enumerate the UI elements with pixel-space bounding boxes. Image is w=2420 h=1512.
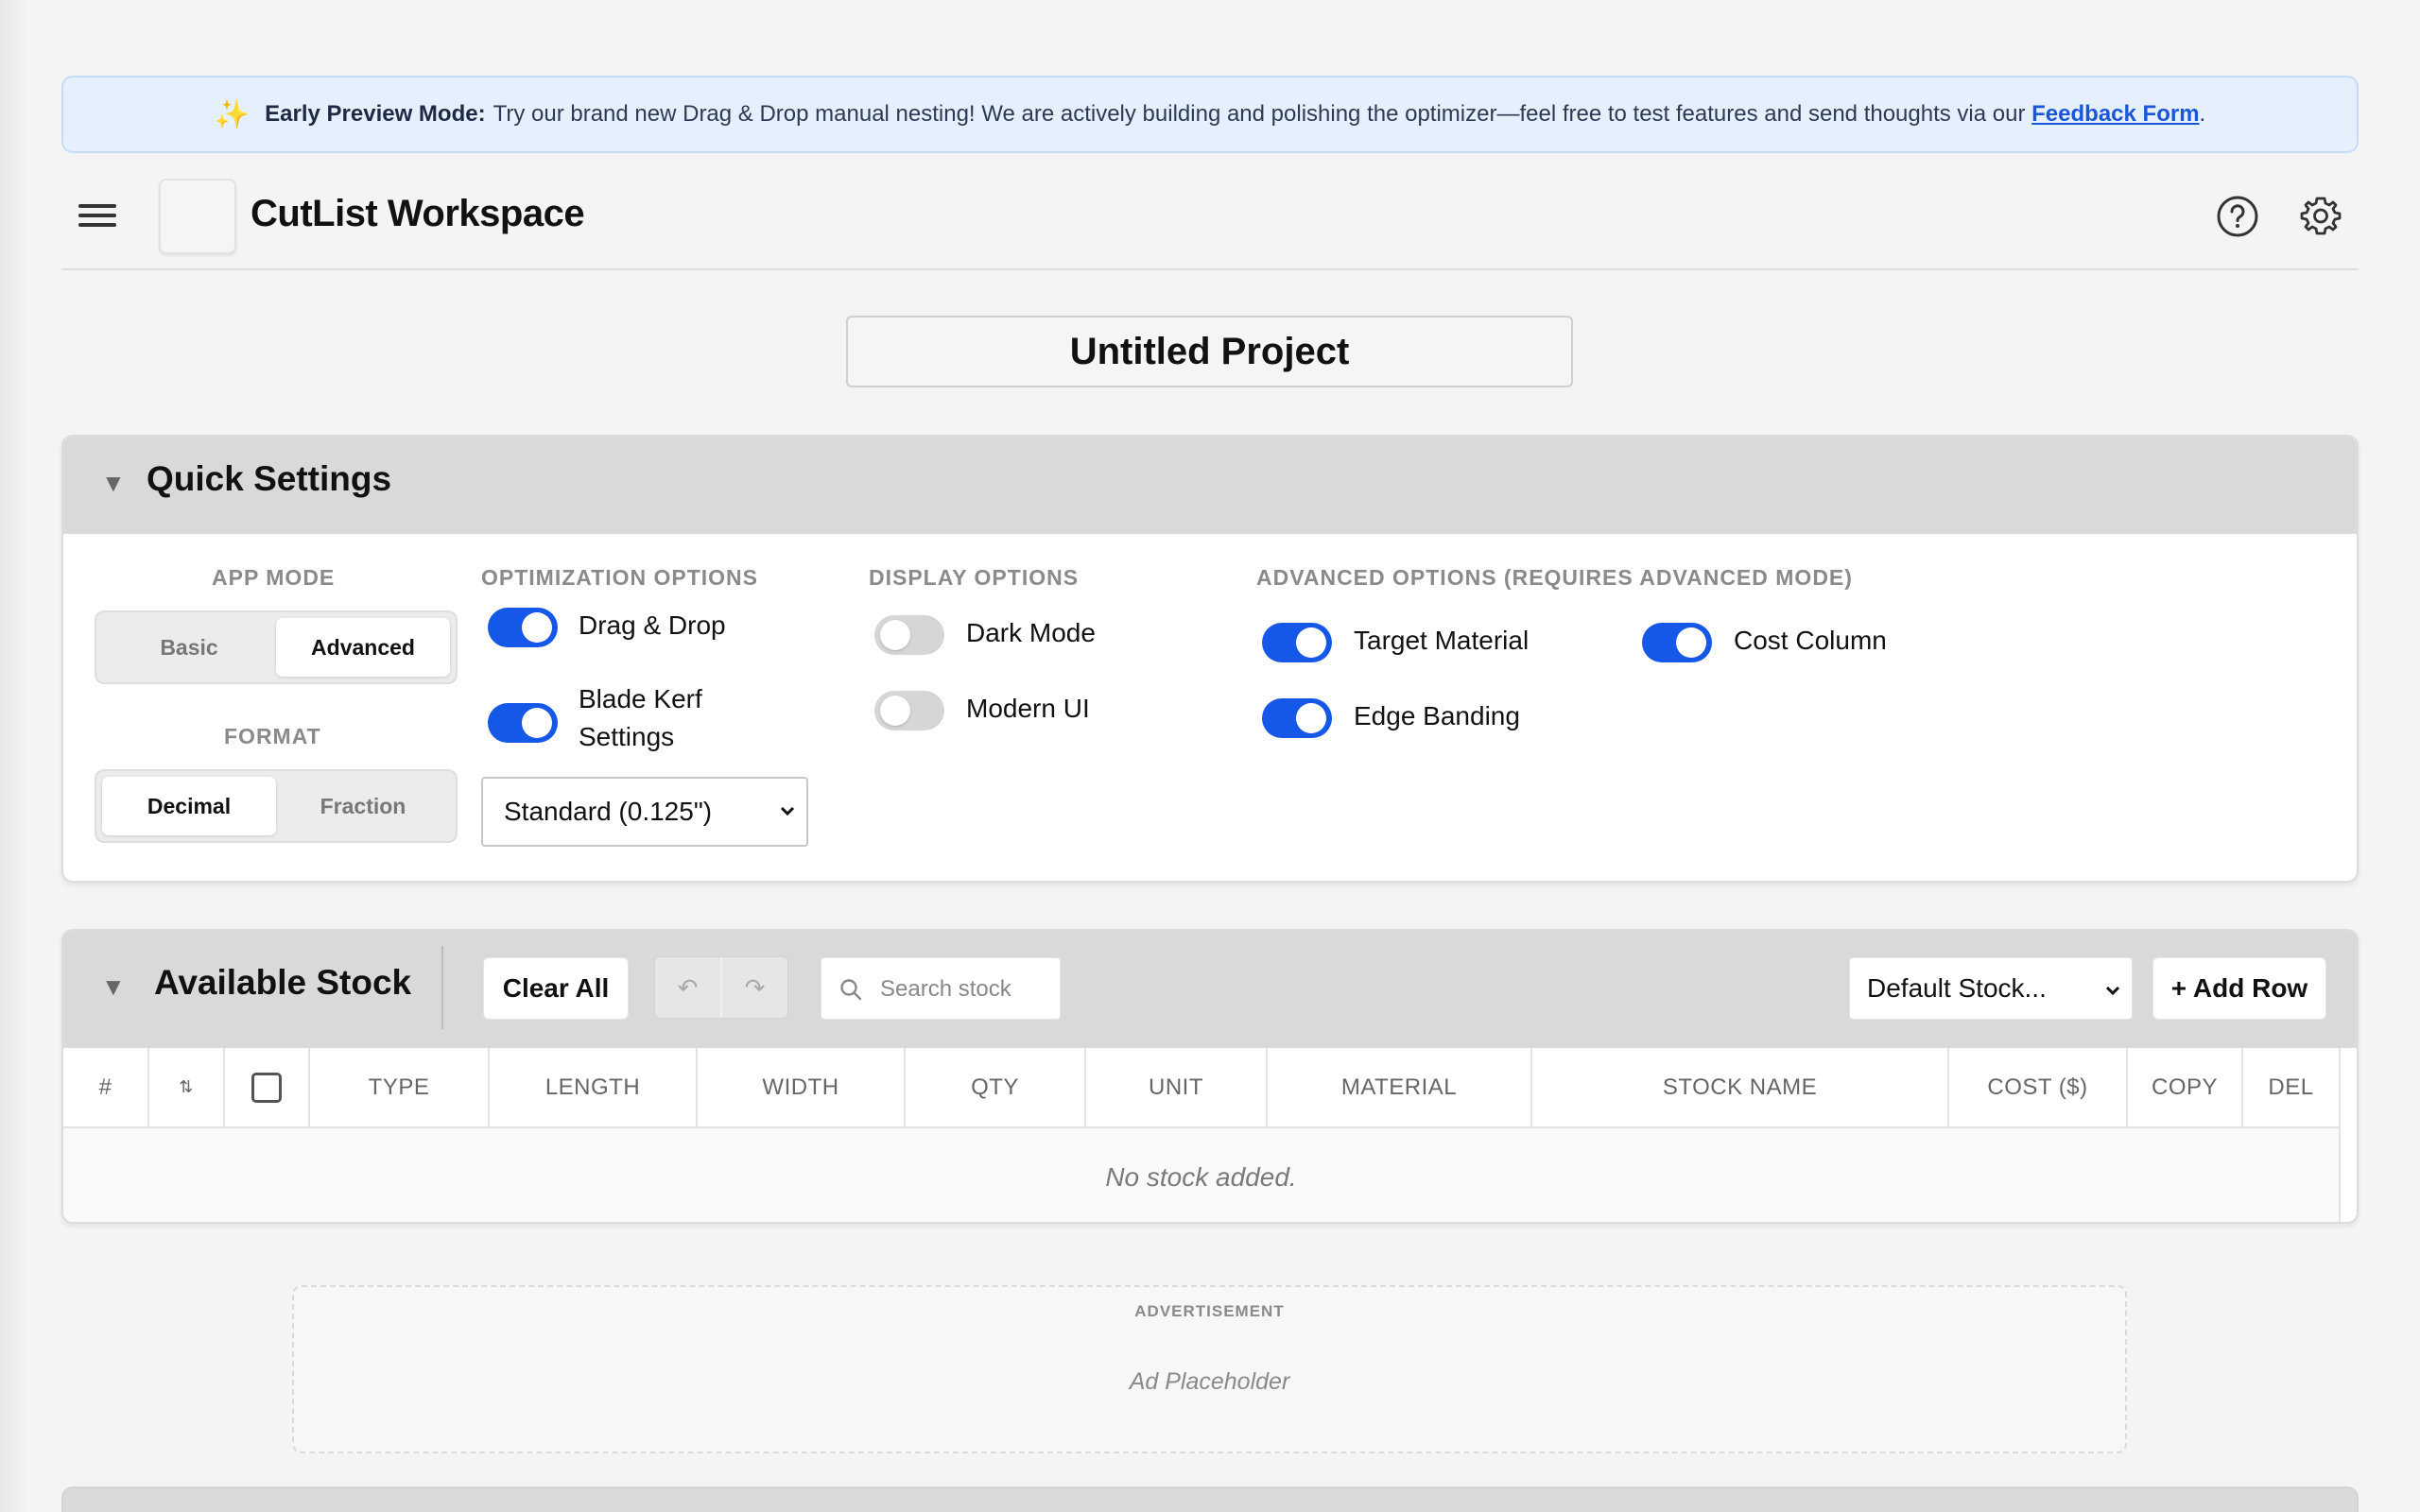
col-cost: COST ($): [1948, 1048, 2128, 1128]
app-title: CutList Workspace: [251, 193, 585, 234]
select-all-checkbox[interactable]: [251, 1072, 282, 1103]
quick-settings-title: Quick Settings: [147, 459, 392, 498]
chevron-down-icon: [780, 806, 795, 816]
project-title-input[interactable]: [846, 316, 1573, 387]
app-mode-label: APP MODE: [212, 565, 336, 590]
clear-all-button[interactable]: Clear All: [483, 957, 629, 1020]
optimization-options-label: OPTIMIZATION OPTIONS: [481, 565, 759, 590]
app-mode-segmented: Basic Advanced: [95, 610, 458, 684]
blade-kerf-value: Standard (0.125"): [504, 797, 713, 826]
col-type: TYPE: [309, 1048, 490, 1128]
col-del: DEL: [2242, 1048, 2341, 1128]
undo-icon[interactable]: ↶: [655, 957, 722, 1018]
empty-row: No stock added.: [63, 1127, 2341, 1222]
sparkles-icon: ✨: [214, 98, 251, 130]
col-select-all: [224, 1048, 310, 1128]
display-options-label: DISPLAY OPTIONS: [869, 565, 1080, 590]
logo: [159, 179, 236, 254]
available-stock-panel: ▼ Available Stock Clear All ↶ ↷ Search s…: [61, 929, 2359, 1224]
menu-icon[interactable]: [78, 198, 116, 236]
col-length: LENGTH: [489, 1048, 698, 1128]
available-stock-title: Available Stock: [154, 963, 412, 1002]
search-icon: [840, 979, 862, 1001]
dark-mode-label: Dark Mode: [966, 618, 1096, 647]
default-stock-value: Default Stock...: [1867, 973, 2047, 1003]
col-sort-icon[interactable]: ⇅: [148, 1048, 225, 1128]
drag-drop-label: Drag & Drop: [579, 610, 726, 640]
col-unit: UNIT: [1085, 1048, 1268, 1128]
modern-ui-toggle[interactable]: [874, 691, 944, 730]
format-segmented: Decimal Fraction: [95, 769, 458, 843]
advanced-options-label: ADVANCED OPTIONS (REQUIRES ADVANCED MODE…: [1256, 565, 1853, 590]
feedback-form-link[interactable]: Feedback Form: [2031, 101, 2199, 128]
col-number: #: [63, 1048, 149, 1128]
chevron-down-icon: [2105, 986, 2120, 996]
col-material: MATERIAL: [1267, 1048, 1532, 1128]
banner-text: Try our brand new Drag & Drop manual nes…: [493, 101, 2026, 127]
target-material-toggle[interactable]: [1262, 623, 1332, 662]
add-row-button[interactable]: + Add Row: [2152, 957, 2326, 1020]
col-copy: COPY: [2127, 1048, 2243, 1128]
collapse-caret-icon[interactable]: ▼: [101, 972, 126, 1002]
dark-mode-toggle[interactable]: [874, 615, 944, 655]
settings-gear-icon[interactable]: [2297, 193, 2344, 240]
banner-trailing: .: [2199, 101, 2206, 127]
col-stock-name: STOCK NAME: [1531, 1048, 1949, 1128]
target-material-label: Target Material: [1354, 626, 1530, 655]
collapse-caret-icon[interactable]: ▼: [101, 469, 126, 498]
ad-container: ADVERTISEMENT Ad Placeholder: [292, 1285, 2127, 1453]
help-icon[interactable]: [2214, 193, 2261, 240]
quick-settings-header[interactable]: ▼ Quick Settings: [63, 437, 2357, 534]
blade-kerf-toggle[interactable]: [488, 703, 558, 743]
stock-table: # ⇅ TYPE LENGTH WIDTH QTY UNIT MATERIAL …: [63, 1048, 2341, 1222]
ad-label: ADVERTISEMENT: [1134, 1302, 1285, 1320]
default-stock-select[interactable]: Default Stock...: [1849, 957, 2133, 1020]
col-width: WIDTH: [697, 1048, 906, 1128]
app-header: CutList Workspace: [61, 170, 2359, 270]
drag-drop-toggle[interactable]: [488, 608, 558, 647]
blade-kerf-label: Blade Kerf Settings: [579, 684, 702, 751]
col-qty: QTY: [905, 1048, 1086, 1128]
search-placeholder: Search stock: [880, 976, 1011, 1002]
ad-placeholder: Ad Placeholder: [1129, 1368, 1290, 1395]
empty-stock-message: No stock added.: [63, 1127, 2341, 1222]
edge-banding-label: Edge Banding: [1354, 701, 1520, 730]
cost-column-toggle[interactable]: [1642, 623, 1712, 662]
cost-column-label: Cost Column: [1734, 626, 1887, 655]
stock-table-header-row: # ⇅ TYPE LENGTH WIDTH QTY UNIT MATERIAL …: [63, 1048, 2341, 1128]
format-decimal-button[interactable]: Decimal: [102, 777, 276, 835]
format-fraction-button[interactable]: Fraction: [276, 777, 450, 835]
header-divider: [441, 946, 443, 1029]
stock-search-input[interactable]: Search stock: [821, 957, 1061, 1020]
available-stock-header: ▼ Available Stock Clear All ↶ ↷ Search s…: [63, 931, 2357, 1048]
quick-settings-panel: ▼ Quick Settings APP MODE Basic Advanced…: [61, 435, 2359, 883]
modern-ui-label: Modern UI: [966, 694, 1090, 723]
next-panel-header: [61, 1486, 2359, 1512]
preview-banner: ✨ Early Preview Mode: Try our brand new …: [61, 76, 2359, 153]
blade-kerf-select[interactable]: Standard (0.125"): [481, 777, 808, 847]
banner-title: Early Preview Mode:: [265, 101, 486, 127]
page-left-shadow: [0, 0, 28, 1512]
format-label: FORMAT: [224, 724, 321, 748]
app-mode-basic-button[interactable]: Basic: [102, 618, 276, 677]
edge-banding-toggle[interactable]: [1262, 698, 1332, 738]
app-mode-advanced-button[interactable]: Advanced: [276, 618, 450, 677]
undo-redo-group: ↶ ↷: [654, 956, 788, 1019]
redo-icon[interactable]: ↷: [722, 957, 787, 1018]
